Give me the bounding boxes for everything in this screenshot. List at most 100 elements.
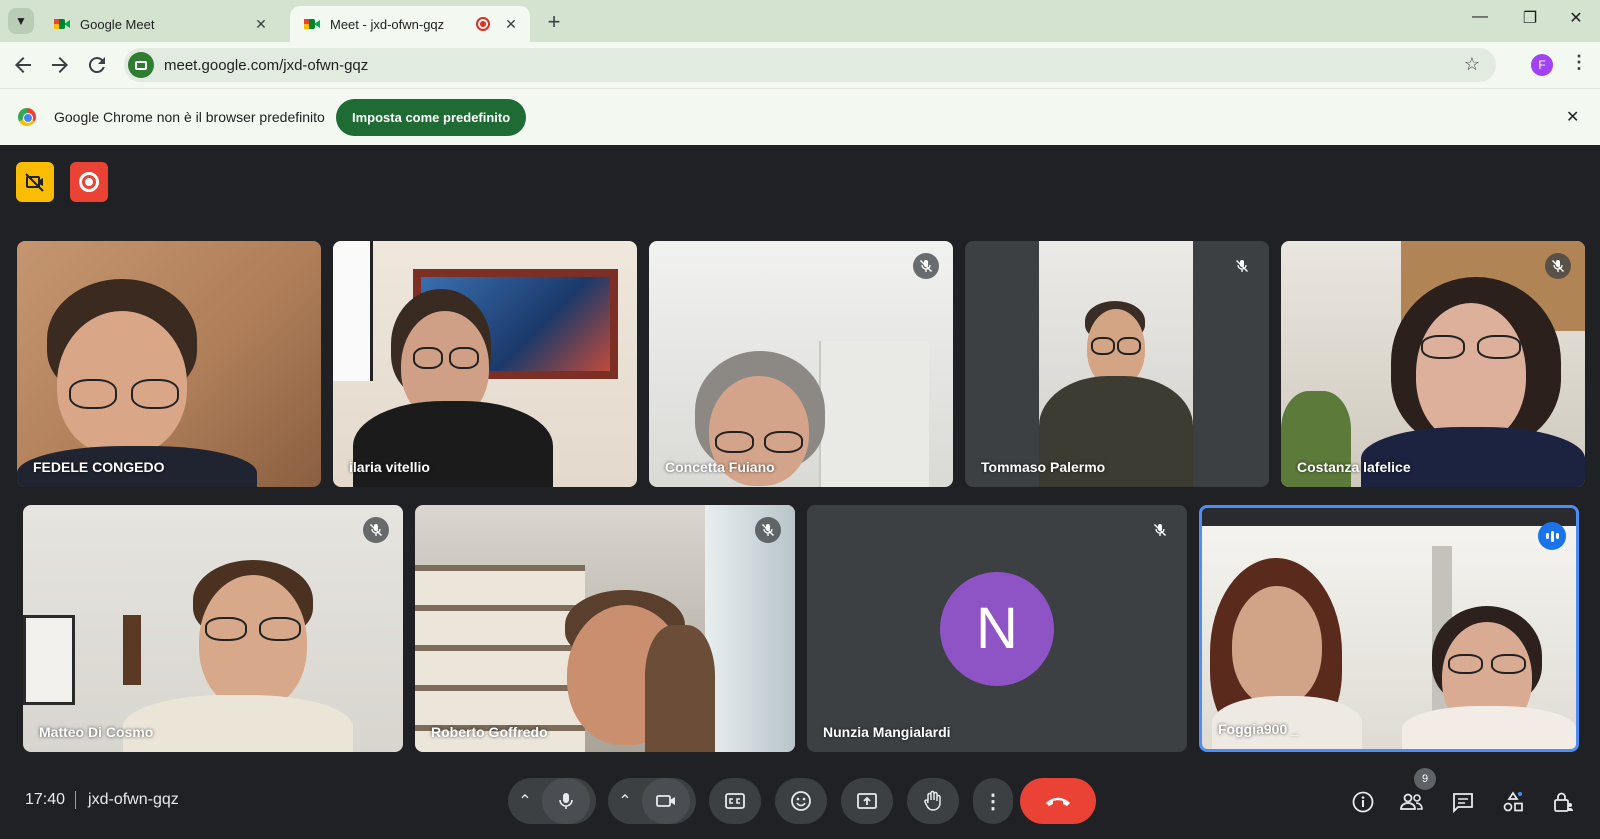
tab-close-icon[interactable]: ✕ <box>252 16 270 33</box>
participant-video <box>23 505 403 752</box>
participant-name: FEDELE CONGEDO <box>33 459 165 475</box>
microphone-button[interactable] <box>542 778 590 824</box>
chat-button[interactable] <box>1449 788 1477 816</box>
participant-count-badge: 9 <box>1414 768 1436 790</box>
chrome-logo-icon <box>18 108 36 126</box>
record-icon <box>79 172 99 192</box>
participant-video <box>17 241 321 487</box>
participant-tile[interactable]: Tommaso Palermo <box>965 241 1269 487</box>
participant-tile-active-speaker[interactable]: Foggia900 _ <box>1199 505 1579 752</box>
infobar-close-icon[interactable]: ✕ <box>1566 107 1579 127</box>
activities-button[interactable] <box>1499 788 1527 816</box>
audio-options-chevron-icon[interactable]: ⌃ <box>508 791 542 811</box>
meet-logo-icon <box>304 17 320 31</box>
back-button[interactable] <box>11 53 35 77</box>
meeting-code: jxd-ofwn-gqz <box>88 791 179 809</box>
minimize-button[interactable]: — <box>1468 8 1492 26</box>
present-screen-button[interactable] <box>841 778 893 824</box>
host-controls-button[interactable] <box>1549 788 1577 816</box>
address-bar[interactable]: meet.google.com/jxd-ofwn-gqz ☆ <box>124 48 1496 82</box>
people-icon <box>1400 793 1423 810</box>
site-info-icon[interactable] <box>128 52 154 78</box>
recording-badge[interactable] <box>70 162 108 202</box>
reload-icon <box>88 57 105 74</box>
captions-icon <box>725 793 745 809</box>
participant-video <box>415 505 795 752</box>
participant-name: Tommaso Palermo <box>981 459 1106 475</box>
participant-name: ilaria vitellio <box>349 459 430 475</box>
participant-tile[interactable]: ilaria vitellio <box>333 241 637 487</box>
present-screen-icon <box>857 793 877 809</box>
meet-stage: FEDELE CONGEDO ilaria vitellio Concetta … <box>0 145 1600 839</box>
participant-avatar: N <box>940 571 1054 686</box>
meeting-time: 17:40 <box>25 791 66 809</box>
new-tab-button[interactable]: + <box>542 9 566 35</box>
profile-avatar[interactable]: F <box>1531 54 1553 76</box>
mic-off-icon <box>1545 253 1571 279</box>
participant-video <box>1281 241 1585 487</box>
participant-tile[interactable]: FEDELE CONGEDO <box>17 241 321 487</box>
arrow-right-icon <box>52 57 68 73</box>
captions-button[interactable] <box>709 778 761 824</box>
tab-google-meet[interactable]: Google Meet ✕ <box>40 6 280 42</box>
participant-video <box>333 241 637 487</box>
more-vert-icon: ⋮ <box>983 790 1003 813</box>
participant-name: Matteo Di Cosmo <box>39 724 154 740</box>
mic-off-icon <box>1229 253 1255 279</box>
browser-toolbar: meet.google.com/jxd-ofwn-gqz ☆ F ⋮ <box>0 42 1600 88</box>
url-text[interactable]: meet.google.com/jxd-ofwn-gqz <box>164 57 368 74</box>
meeting-details-button[interactable] <box>1349 788 1377 816</box>
participant-tile[interactable]: Matteo Di Cosmo <box>23 505 403 752</box>
default-browser-infobar: Google Chrome non è il browser predefini… <box>0 88 1600 145</box>
tab-title: Meet - jxd-ofwn-gqz <box>330 16 445 32</box>
video-camera-icon <box>656 795 675 807</box>
set-default-button[interactable]: Imposta come predefinito <box>336 99 527 136</box>
participant-name: Roberto Goffredo <box>431 724 548 740</box>
reload-button[interactable] <box>85 53 109 77</box>
info-icon <box>1352 791 1374 813</box>
participant-tile[interactable]: N Nunzia Mangialardi <box>807 505 1187 752</box>
participant-tile[interactable]: Concetta Fuiano <box>649 241 953 487</box>
video-off-badge[interactable] <box>16 162 54 202</box>
leave-call-button[interactable] <box>1020 778 1096 824</box>
mic-off-icon <box>1147 517 1173 543</box>
browser-menu-icon[interactable]: ⋮ <box>1570 52 1588 73</box>
chevron-down-icon: ▼ <box>15 14 27 28</box>
people-button[interactable] <box>1398 788 1426 816</box>
forward-button[interactable] <box>48 53 72 77</box>
microphone-icon <box>559 793 573 809</box>
mic-off-icon <box>913 253 939 279</box>
video-options-chevron-icon[interactable]: ⌃ <box>608 791 642 811</box>
camera-control-group: ⌃ <box>608 778 696 824</box>
participant-tile[interactable]: Costanza lafelice <box>1281 241 1585 487</box>
window-close-button[interactable]: ✕ <box>1564 8 1588 28</box>
more-options-button[interactable]: ⋮ <box>973 778 1013 824</box>
tab-title: Google Meet <box>80 16 155 32</box>
tab-strip: ▼ Google Meet ✕ Meet - jxd-ofwn-gqz ✕ + … <box>0 0 1600 42</box>
raise-hand-icon <box>924 790 941 811</box>
activities-icon <box>1503 791 1523 812</box>
recording-indicator-icon <box>476 17 490 31</box>
arrow-left-icon <box>15 57 31 73</box>
participant-video <box>1039 241 1193 487</box>
tab-meet-call[interactable]: Meet - jxd-ofwn-gqz ✕ <box>290 6 530 42</box>
chat-icon <box>1453 793 1473 814</box>
reactions-button[interactable] <box>775 778 827 824</box>
mic-off-icon <box>755 517 781 543</box>
tab-search-button[interactable]: ▼ <box>8 8 34 34</box>
mic-control-group: ⌃ <box>508 778 596 824</box>
participant-name: Concetta Fuiano <box>665 459 775 475</box>
video-off-icon <box>25 173 44 192</box>
raise-hand-button[interactable] <box>907 778 959 824</box>
restore-button[interactable]: ❐ <box>1518 8 1542 28</box>
participant-video <box>649 241 953 487</box>
tab-close-icon[interactable]: ✕ <box>502 16 520 33</box>
emoji-icon <box>791 791 811 811</box>
participant-tile[interactable]: Roberto Goffredo <box>415 505 795 752</box>
mic-off-icon <box>363 517 389 543</box>
participant-name: Nunzia Mangialardi <box>823 724 951 740</box>
bookmark-star-icon[interactable]: ☆ <box>1464 54 1480 75</box>
end-call-icon <box>1046 797 1070 806</box>
lock-person-icon <box>1554 792 1573 812</box>
camera-button[interactable] <box>642 778 690 824</box>
